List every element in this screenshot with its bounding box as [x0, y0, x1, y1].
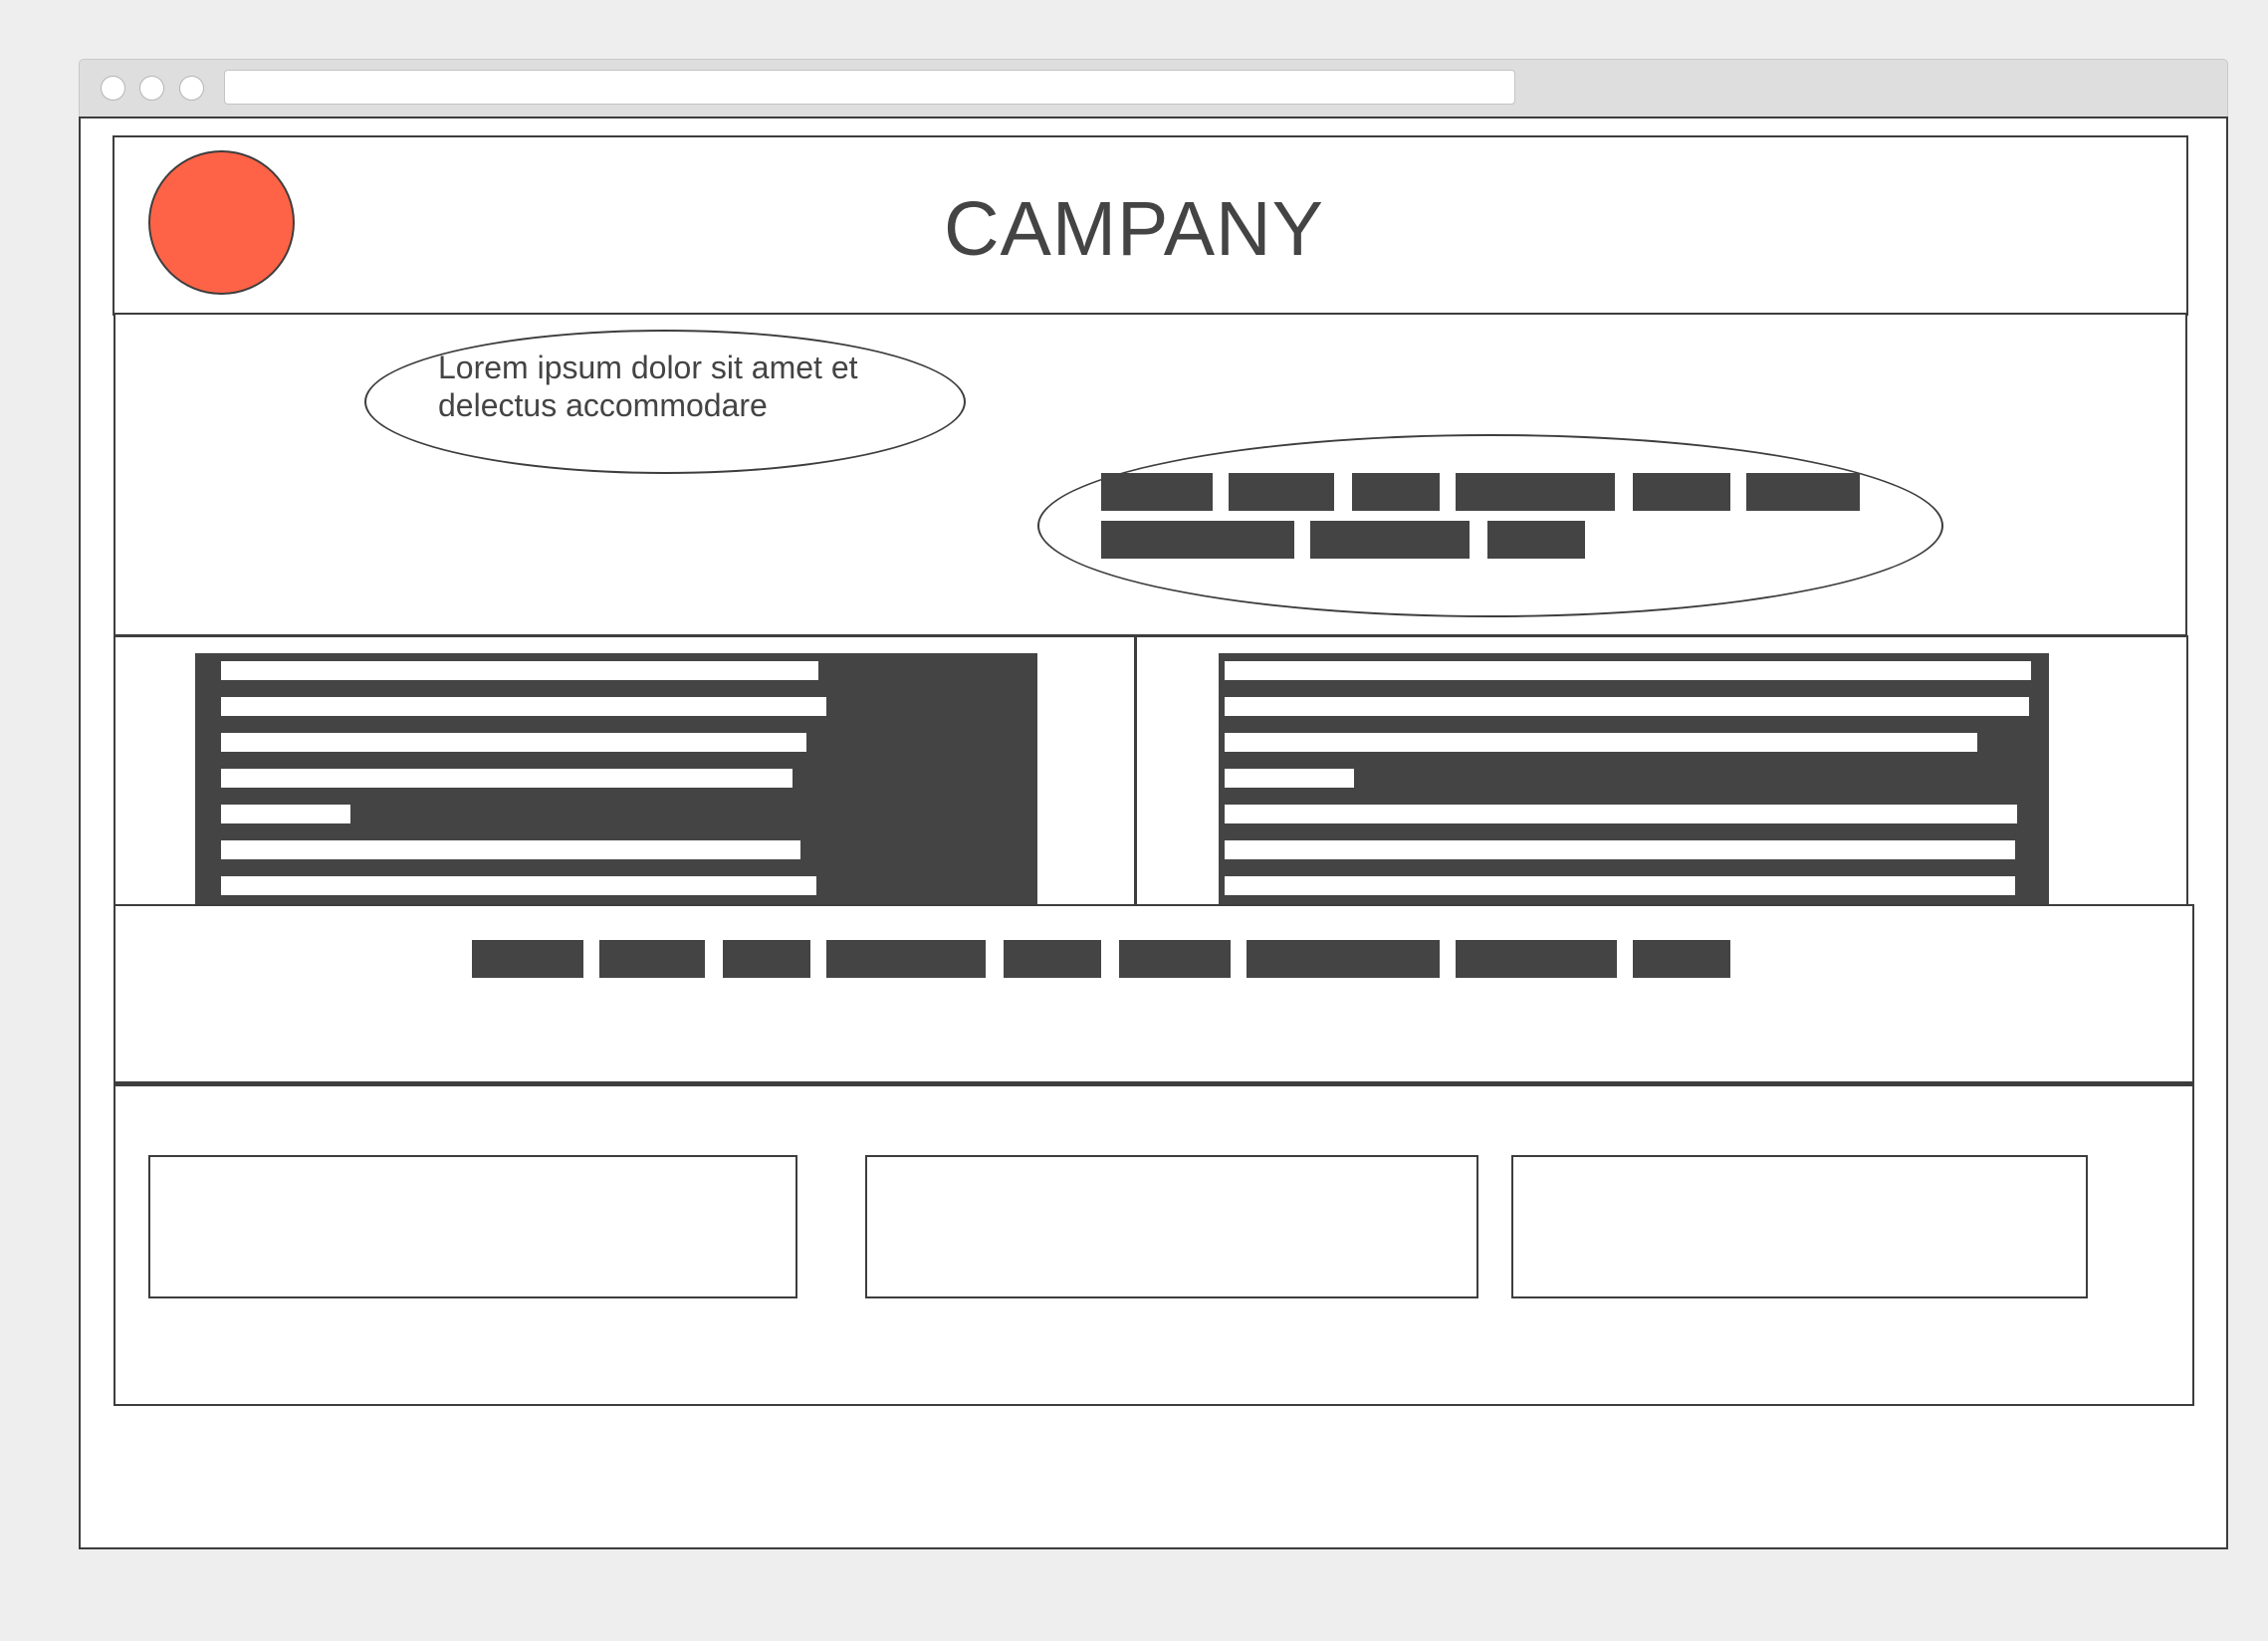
window-minimize-icon[interactable]: [139, 76, 164, 101]
footer-link-placeholder[interactable]: [723, 940, 810, 978]
footer-link-placeholder[interactable]: [1633, 940, 1730, 978]
footer-link-placeholder[interactable]: [1247, 940, 1440, 978]
address-bar[interactable]: [224, 70, 1515, 105]
nav-link-placeholder[interactable]: [1487, 521, 1585, 559]
nav-link-placeholder[interactable]: [1633, 473, 1730, 511]
nav-link-placeholder[interactable]: [1310, 521, 1470, 559]
text-line-placeholder: [221, 733, 806, 752]
text-line-placeholder: [221, 876, 816, 895]
nav-link-placeholder[interactable]: [1101, 521, 1294, 559]
text-line-placeholder: [221, 840, 800, 859]
text-line-placeholder: [1225, 733, 1977, 752]
footer-link-placeholder[interactable]: [826, 940, 986, 978]
text-line-placeholder: [1225, 840, 2015, 859]
text-line-placeholder: [221, 697, 826, 716]
nav-link-placeholder[interactable]: [1456, 473, 1615, 511]
hero-tagline-line2: delectus accommodare: [438, 387, 768, 423]
text-line-placeholder: [1225, 876, 2015, 895]
nav-link-placeholder[interactable]: [1746, 473, 1860, 511]
page-title: CAMPANY: [943, 186, 1325, 272]
hero-tagline-line1: Lorem ipsum dolor sit amet et: [438, 350, 858, 385]
hero-tagline: Lorem ipsum dolor sit amet et delectus a…: [438, 349, 936, 424]
nav-link-placeholder[interactable]: [1352, 473, 1440, 511]
nav-link-placeholder[interactable]: [1101, 473, 1213, 511]
footer-box-3[interactable]: [1511, 1155, 2088, 1298]
text-line-placeholder: [1225, 661, 2031, 680]
text-line-placeholder: [221, 661, 818, 680]
text-line-placeholder: [221, 769, 793, 788]
footer-link-placeholder[interactable]: [599, 940, 705, 978]
window-close-icon[interactable]: [101, 76, 125, 101]
window-maximize-icon[interactable]: [179, 76, 204, 101]
nav-link-placeholder[interactable]: [1229, 473, 1334, 511]
text-line-placeholder: [1225, 769, 1354, 788]
footer-link-placeholder[interactable]: [1004, 940, 1101, 978]
text-line-placeholder: [221, 805, 350, 823]
text-line-placeholder: [1225, 805, 2017, 823]
footer-link-placeholder[interactable]: [1119, 940, 1231, 978]
footer-link-placeholder[interactable]: [472, 940, 583, 978]
footer-box-1[interactable]: [148, 1155, 797, 1298]
footer-link-placeholder[interactable]: [1456, 940, 1617, 978]
text-line-placeholder: [1225, 697, 2029, 716]
footer-box-2[interactable]: [865, 1155, 1478, 1298]
links-section: [113, 904, 2194, 1083]
